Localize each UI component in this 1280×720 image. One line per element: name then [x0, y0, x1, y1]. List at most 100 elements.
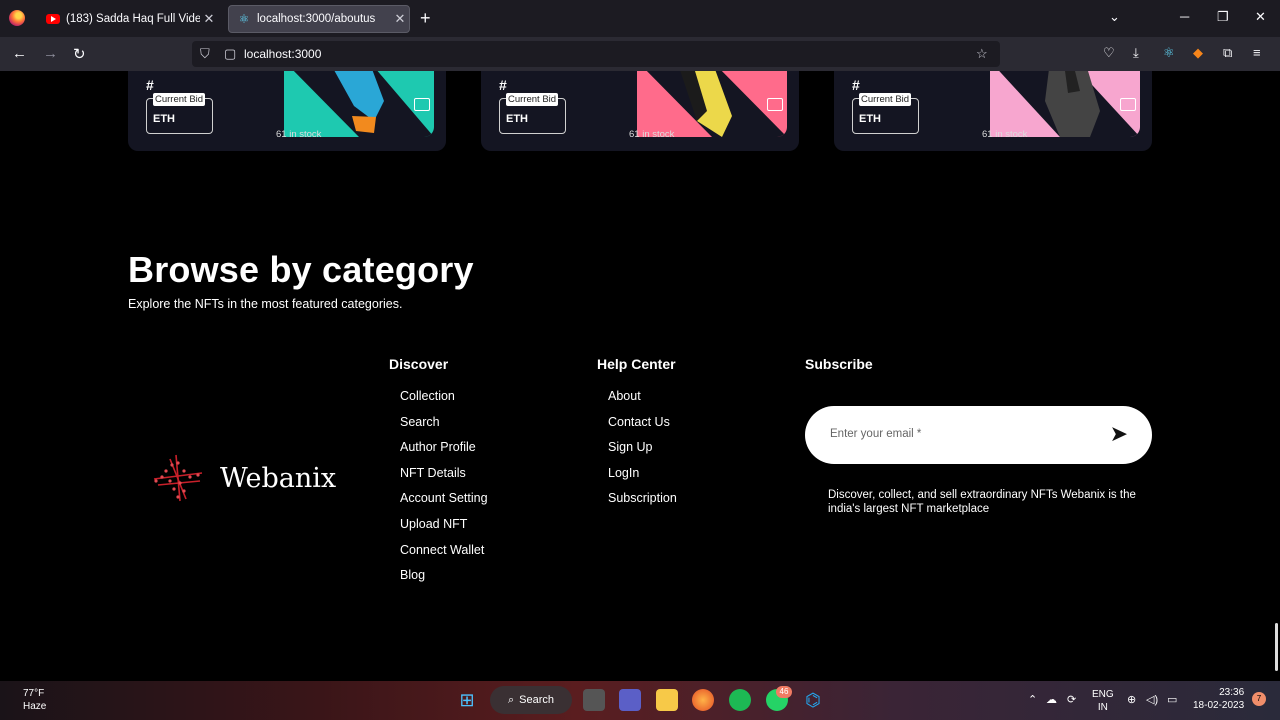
email-field[interactable]: Enter your email * ➤ — [805, 406, 1152, 464]
close-tab-icon[interactable]: ✕ — [200, 11, 218, 27]
task-view-icon[interactable] — [583, 689, 605, 711]
extensions-icon[interactable]: ⧉ — [1223, 45, 1232, 61]
chat-icon[interactable] — [619, 689, 641, 711]
sync-icon[interactable]: ⟳ — [1067, 693, 1076, 706]
windows-start-icon[interactable]: ⊞ — [456, 689, 478, 711]
current-bid-label: Current Bid — [859, 93, 912, 106]
close-tab-icon[interactable]: ✕ — [391, 11, 409, 27]
spotify-icon[interactable] — [729, 689, 751, 711]
nft-image — [990, 71, 1140, 137]
footer-link-author-profile[interactable]: Author Profile — [400, 440, 488, 466]
footer-link-connect-wallet[interactable]: Connect Wallet — [400, 543, 488, 569]
stock-count: 61 in stock — [629, 129, 675, 140]
discover-heading: Discover — [389, 356, 449, 372]
page-icon[interactable]: ▢ — [224, 46, 236, 62]
restore-button[interactable]: ❐ — [1217, 9, 1229, 25]
bid-value: ETH — [859, 113, 881, 125]
taskbar-search[interactable]: ⌕ Search — [490, 686, 572, 714]
tab-title: (183) Sadda Haq Full Video So — [66, 13, 200, 25]
menu-icon[interactable]: ≡ — [1253, 45, 1261, 60]
minimize-button[interactable]: ─ — [1180, 9, 1189, 24]
footer-link-collection[interactable]: Collection — [400, 389, 488, 415]
tab-localhost[interactable]: ⚛ localhost:3000/aboutus ✕ — [228, 5, 410, 33]
stock-count: 61 in stock — [982, 129, 1028, 140]
footer-link-blog[interactable]: Blog — [400, 568, 488, 594]
image-icon — [767, 98, 783, 111]
pocket-icon[interactable]: ♡ — [1103, 45, 1115, 61]
footer-link-subscription[interactable]: Subscription — [608, 491, 677, 517]
current-bid-box: Current Bid ETH — [146, 93, 213, 134]
whatsapp-badge: 46 — [776, 686, 792, 698]
windows-taskbar: 77°F Haze ⊞ ⌕ Search 46 ⌬ ⌃ ☁ ⟳ ENG IN ⊕… — [0, 681, 1280, 720]
browse-subtitle: Explore the NFTs in the most featured ca… — [128, 297, 403, 311]
vscode-icon[interactable]: ⌬ — [802, 689, 824, 711]
clock-time: 23:36 — [1219, 687, 1245, 698]
battery-icon[interactable]: ▭ — [1167, 693, 1177, 706]
footer-link-upload-nft[interactable]: Upload NFT — [400, 517, 488, 543]
footer-link-about[interactable]: About — [608, 389, 677, 415]
metamask-icon[interactable]: ◆ — [1193, 45, 1203, 61]
region-code: IN — [1097, 702, 1108, 713]
firefox-icon[interactable] — [9, 10, 25, 26]
list-all-tabs-icon[interactable]: ⌄ — [1109, 9, 1120, 25]
scrollbar-thumb[interactable] — [1275, 623, 1278, 671]
current-bid-box: Current Bid ETH — [852, 93, 919, 134]
help-center-links: About Contact Us Sign Up LogIn Subscript… — [608, 389, 677, 517]
search-icon: ⌕ — [507, 693, 515, 706]
bookmark-star-icon[interactable]: ☆ — [976, 46, 988, 62]
current-bid-label: Current Bid — [153, 93, 206, 106]
nft-image — [284, 71, 434, 137]
bid-value: ETH — [506, 113, 528, 125]
weather-condition: Haze — [23, 701, 47, 712]
react-icon: ⚛ — [238, 12, 250, 26]
file-explorer-icon[interactable] — [656, 689, 678, 711]
url-text[interactable]: localhost:3000 — [244, 47, 321, 61]
weather-widget[interactable]: 77°F Haze — [23, 687, 46, 713]
subscribe-heading: Subscribe — [805, 356, 873, 372]
nft-card[interactable]: # Current Bid ETH 61 in stock — [128, 71, 446, 151]
clock-date: 18-02-2023 — [1193, 700, 1245, 711]
footer-link-account-setting[interactable]: Account Setting — [400, 491, 488, 517]
bid-value: ETH — [153, 113, 175, 125]
weather-temp: 77°F — [23, 688, 45, 699]
page-content: # Current Bid ETH 61 in stock # Current … — [0, 71, 1280, 681]
footer-logo[interactable]: Webanix — [150, 451, 336, 505]
footer-link-login[interactable]: LogIn — [608, 466, 677, 492]
downloads-icon[interactable]: ⤓ — [1133, 45, 1139, 61]
forward-icon[interactable]: → — [43, 45, 58, 62]
network-icon[interactable]: ⊕ — [1127, 693, 1136, 706]
footer-link-sign-up[interactable]: Sign Up — [608, 440, 677, 466]
volume-icon[interactable]: ◁) — [1146, 693, 1158, 706]
nft-card[interactable]: # Current Bid ETH 61 in stock — [834, 71, 1152, 151]
url-bar[interactable]: ⛉ ▢ localhost:3000 ☆ — [192, 41, 1000, 67]
nft-hash: # — [146, 77, 154, 93]
footer-link-nft-details[interactable]: NFT Details — [400, 466, 488, 492]
current-bid-box: Current Bid ETH — [499, 93, 566, 134]
show-hidden-icons[interactable]: ⌃ — [1028, 693, 1037, 706]
close-window-button[interactable]: ✕ — [1255, 9, 1266, 25]
new-tab-button[interactable]: + — [420, 8, 431, 29]
stock-count: 61 in stock — [276, 129, 322, 140]
search-label: Search — [519, 694, 555, 706]
shield-icon[interactable]: ⛉ — [200, 46, 210, 62]
reload-icon[interactable]: ↻ — [73, 45, 86, 63]
notification-badge[interactable]: 7 — [1252, 692, 1266, 706]
email-placeholder: Enter your email * — [830, 428, 922, 440]
browser-nav-bar: ← → ↻ ⛉ ▢ localhost:3000 ☆ ♡ ⤓ ⚛ ◆ ⧉ ≡ — [0, 37, 1280, 71]
firefox-taskbar-icon[interactable] — [692, 689, 714, 711]
logo-name: Webanix — [220, 462, 337, 494]
clock[interactable]: 23:36 18-02-2023 — [1193, 686, 1244, 712]
image-icon — [414, 98, 430, 111]
nft-hash: # — [852, 77, 860, 93]
footer-link-search[interactable]: Search — [400, 415, 488, 441]
language-indicator[interactable]: ENG IN — [1092, 688, 1114, 714]
tab-youtube[interactable]: (183) Sadda Haq Full Video So ✕ — [38, 5, 218, 33]
nft-card[interactable]: # Current Bid ETH 61 in stock — [481, 71, 799, 151]
footer-link-contact-us[interactable]: Contact Us — [608, 415, 677, 441]
send-icon[interactable]: ➤ — [1110, 421, 1128, 447]
image-icon — [1120, 98, 1136, 111]
react-devtools-icon[interactable]: ⚛ — [1163, 45, 1175, 61]
youtube-icon — [46, 14, 60, 24]
back-icon[interactable]: ← — [12, 45, 27, 62]
onedrive-icon[interactable]: ☁ — [1046, 693, 1057, 706]
